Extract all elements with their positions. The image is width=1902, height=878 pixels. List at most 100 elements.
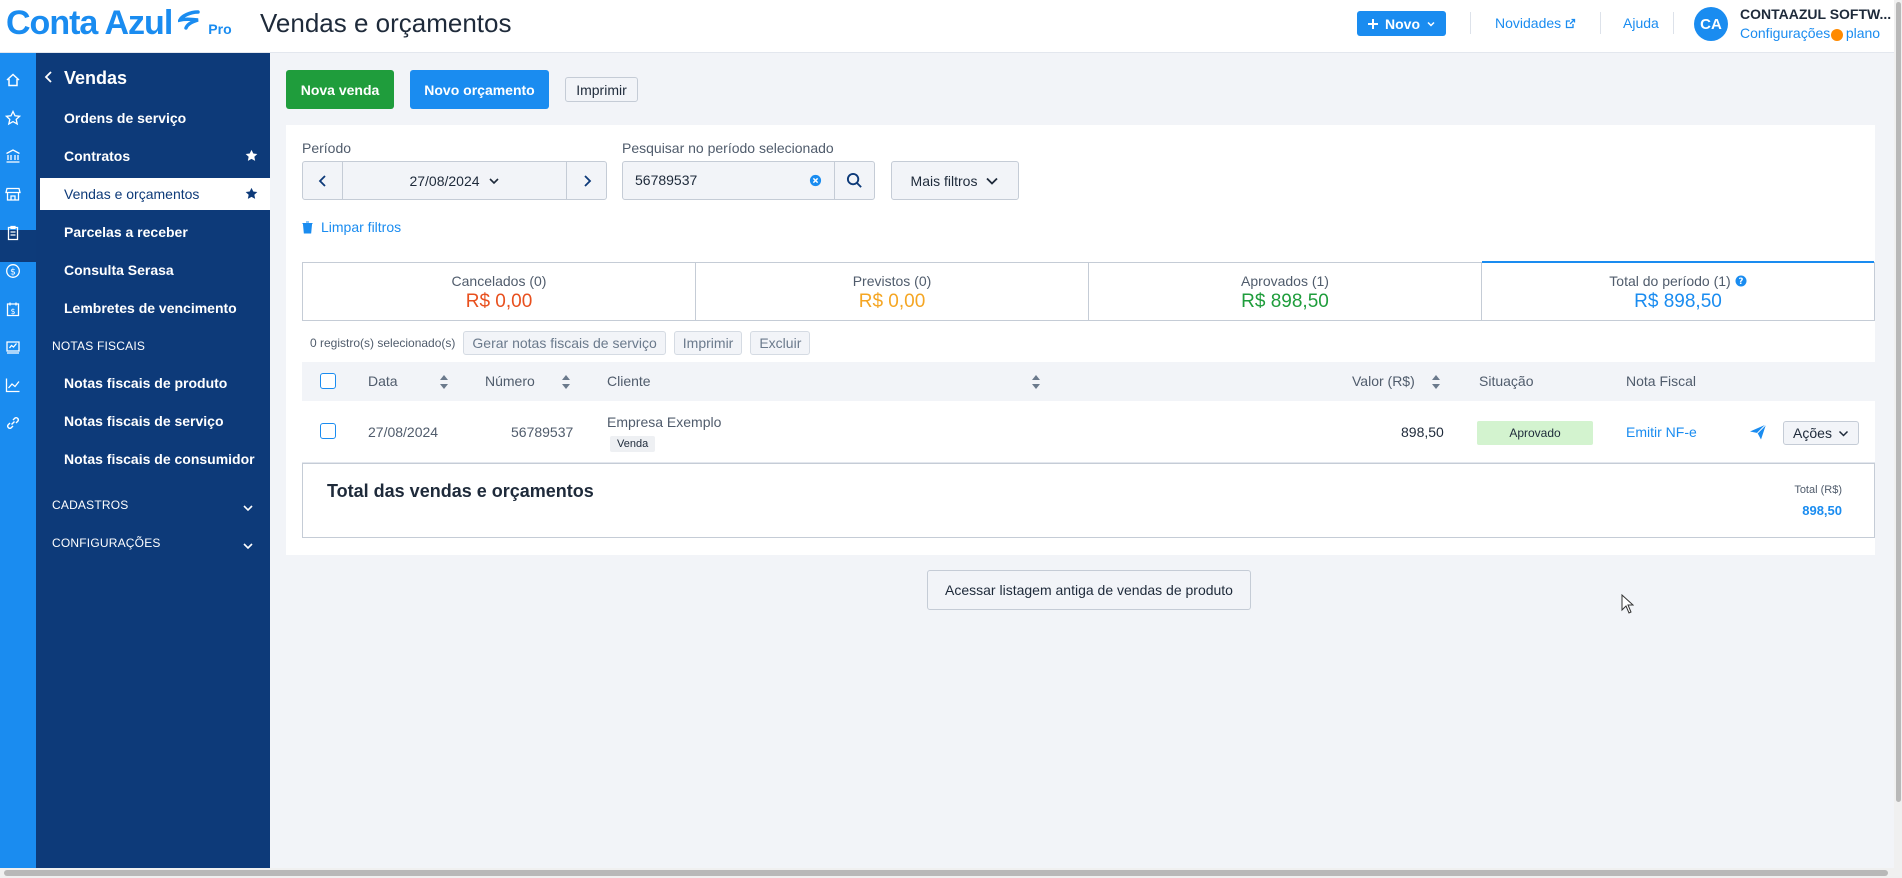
ajuda-link[interactable]: Ajuda: [1623, 15, 1659, 31]
acoes-dropdown[interactable]: Ações: [1783, 421, 1859, 445]
section-configuracoes[interactable]: CONFIGURAÇÕES: [52, 536, 161, 550]
next-period-button[interactable]: [566, 162, 606, 199]
summary-card-aprovados[interactable]: Aprovados (1) R$ 898,50: [1089, 263, 1482, 320]
sidebar-title[interactable]: Vendas: [64, 68, 127, 89]
selected-count: 0 registro(s) selecionado(s): [310, 336, 456, 350]
help-icon[interactable]: ?: [1735, 275, 1747, 287]
card-label: Total do período (1): [1609, 273, 1731, 289]
clipboard-icon[interactable]: [3, 223, 23, 243]
sidebar-item-label: Vendas e orçamentos: [64, 186, 200, 202]
sidebar-item-contratos[interactable]: Contratos: [36, 140, 270, 172]
mouse-cursor-icon: [1621, 593, 1635, 617]
chevron-down-icon: [488, 177, 499, 184]
section-cadastros[interactable]: CADASTROS: [52, 498, 128, 512]
chevron-right-icon: [583, 174, 591, 187]
cell-cliente[interactable]: Empresa Exemplo: [607, 414, 721, 430]
sidebar-item-label: Parcelas a receber: [64, 224, 188, 240]
section-notas-fiscais: NOTAS FISCAIS: [52, 339, 146, 353]
card-value: R$ 898,50: [1634, 291, 1722, 312]
send-icon[interactable]: [1749, 423, 1767, 444]
chevron-down-icon: [1427, 21, 1435, 27]
row-checkbox[interactable]: [320, 423, 336, 439]
totals-title: Total das vendas e orçamentos: [327, 481, 594, 501]
column-cliente[interactable]: Cliente: [607, 373, 651, 389]
search-label: Pesquisar no período selecionado: [622, 140, 834, 156]
horizontal-scrollbar-thumb[interactable]: [4, 870, 1888, 876]
favorite-star-icon[interactable]: [245, 187, 258, 203]
invoice-icon[interactable]: [3, 337, 23, 357]
column-situacao: Situação: [1479, 373, 1534, 389]
configuracoes-link[interactable]: Configurações e plano: [1740, 25, 1880, 41]
sort-icon[interactable]: [561, 374, 571, 393]
emitir-nfe-link[interactable]: Emitir NF-e: [1626, 424, 1697, 440]
search-button[interactable]: [834, 161, 875, 200]
bulk-actions: 0 registro(s) selecionado(s) Gerar notas…: [310, 331, 811, 355]
summary-card-cancelados[interactable]: Cancelados (0) R$ 0,00: [303, 263, 696, 320]
bulk-imprimir-button[interactable]: Imprimir: [673, 331, 743, 355]
nova-venda-button[interactable]: Nova venda: [286, 70, 394, 109]
calendar-money-icon[interactable]: $: [3, 299, 23, 319]
gerar-nf-servico-button[interactable]: Gerar notas fiscais de serviço: [463, 331, 666, 355]
column-data[interactable]: Data: [368, 373, 398, 389]
excluir-button[interactable]: Excluir: [750, 331, 811, 355]
click-indicator: [1831, 29, 1843, 41]
divider: [1470, 12, 1471, 34]
search-input[interactable]: [635, 162, 795, 199]
cell-numero: 56789537: [511, 424, 574, 440]
mais-filtros-button[interactable]: Mais filtros: [891, 161, 1019, 200]
summary-cards: Cancelados (0) R$ 0,00 Previstos (0) R$ …: [302, 261, 1875, 321]
home-icon[interactable]: [3, 70, 23, 90]
favorite-star-icon[interactable]: [245, 149, 258, 165]
vertical-scrollbar-thumb[interactable]: [1896, 2, 1901, 802]
sidebar-item-nf-consumidor[interactable]: Notas fiscais de consumidor: [36, 443, 270, 475]
link-icon[interactable]: [3, 413, 23, 433]
star-icon[interactable]: [3, 108, 23, 128]
chevron-down-icon[interactable]: [242, 538, 254, 554]
card-value: R$ 0,00: [858, 291, 926, 312]
sidebar-item-parcelas[interactable]: Parcelas a receber: [36, 216, 270, 248]
avatar[interactable]: CA: [1694, 7, 1728, 41]
summary-card-total[interactable]: Total do período (1) ? R$ 898,50: [1482, 261, 1874, 320]
divider: [1600, 12, 1601, 34]
clear-search-icon[interactable]: [809, 174, 822, 190]
chart-line-icon[interactable]: [3, 375, 23, 395]
conta-azul-logo[interactable]: Conta Azul Pro: [6, 4, 232, 42]
novo-button[interactable]: Novo: [1357, 11, 1446, 36]
plan-label: Pro: [208, 21, 232, 37]
novidades-link[interactable]: Novidades: [1495, 15, 1576, 31]
imprimir-button[interactable]: Imprimir: [565, 77, 638, 102]
summary-card-previstos[interactable]: Previstos (0) R$ 0,00: [696, 263, 1089, 320]
sort-icon[interactable]: [439, 374, 449, 393]
column-numero[interactable]: Número: [485, 373, 535, 389]
card-label: Cancelados (0): [451, 273, 547, 289]
listagem-antiga-button[interactable]: Acessar listagem antiga de vendas de pro…: [927, 570, 1251, 610]
sort-icon[interactable]: [1031, 374, 1041, 393]
select-all-checkbox[interactable]: [320, 373, 336, 389]
cell-data: 27/08/2024: [368, 424, 439, 440]
period-dropdown[interactable]: 27/08/2024: [343, 162, 566, 199]
limpar-filtros-link[interactable]: Limpar filtros: [302, 219, 401, 235]
sidebar-item-lembretes[interactable]: Lembretes de vencimento: [36, 292, 270, 324]
back-chevron-icon[interactable]: [44, 70, 54, 87]
bank-icon[interactable]: [3, 146, 23, 166]
sidebar-item-nf-produto[interactable]: Notas fiscais de produto: [36, 367, 270, 399]
chevron-down-icon[interactable]: [242, 500, 254, 516]
sidebar-item-vendas-orcamentos[interactable]: Vendas e orçamentos: [40, 178, 270, 210]
sidebar-item-label: Ordens de serviço: [64, 110, 187, 126]
search-icon: [846, 172, 862, 188]
sort-icon[interactable]: [1431, 374, 1441, 393]
prev-period-button[interactable]: [303, 162, 343, 199]
sidebar-item-ordens-servico[interactable]: Ordens de serviço: [36, 102, 270, 134]
column-valor[interactable]: Valor (R$): [1352, 373, 1415, 389]
logo-text: Conta Azul: [6, 4, 173, 42]
acoes-label: Ações: [1793, 425, 1832, 441]
limpar-filtros-label: Limpar filtros: [321, 219, 402, 235]
sidebar-item-serasa[interactable]: Consulta Serasa: [36, 254, 270, 286]
company-name[interactable]: CONTAAZUL SOFTW...: [1740, 6, 1891, 22]
table-row: 27/08/2024 56789537 Empresa Exemplo Vend…: [302, 401, 1875, 463]
novo-orcamento-button[interactable]: Novo orçamento: [410, 70, 549, 109]
sidebar-item-nf-servico[interactable]: Notas fiscais de serviço: [36, 405, 270, 437]
money-icon[interactable]: $: [3, 261, 23, 281]
period-selector: 27/08/2024: [302, 161, 607, 200]
store-icon[interactable]: [3, 184, 23, 204]
